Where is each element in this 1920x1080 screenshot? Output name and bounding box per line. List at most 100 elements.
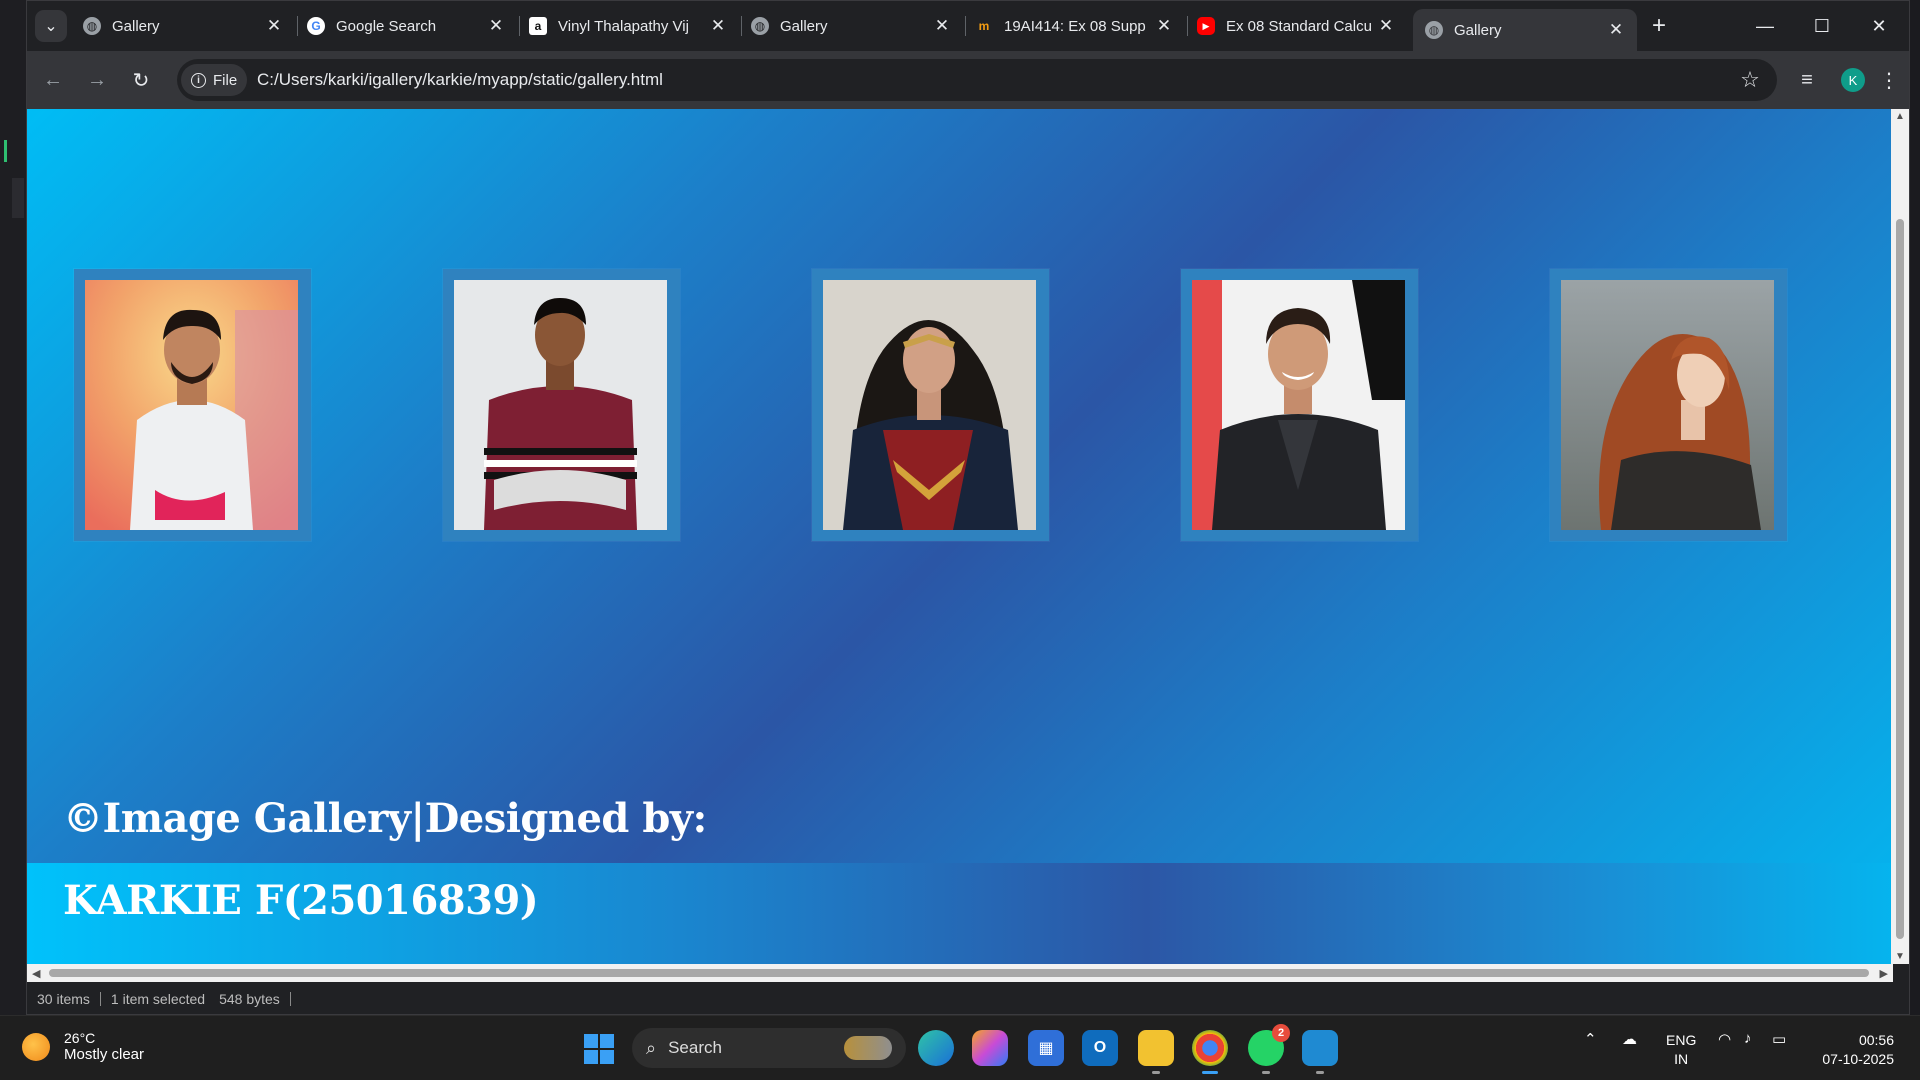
tab-vinyl[interactable]: a Vinyl Thalapathy Vij ✕ xyxy=(517,9,739,43)
tab-google-search[interactable]: G Google Search ✕ xyxy=(295,9,517,43)
photo-man-white-shirt[interactable] xyxy=(85,280,298,530)
tab-title: 19AI414: Ex 08 Supp xyxy=(1004,17,1146,35)
search-icon: ⌕ xyxy=(646,1037,657,1058)
clock-time: 00:56 xyxy=(1858,1032,1894,1048)
tab-gallery-1[interactable]: ◍ Gallery ✕ xyxy=(71,9,295,43)
amazon-icon: a xyxy=(529,17,547,35)
reload-icon: ↻ xyxy=(132,69,150,92)
globe-icon: ◍ xyxy=(751,17,769,35)
url-text[interactable]: C:/Users/karki/igallery/karkie/myapp/sta… xyxy=(257,59,663,101)
store-icon[interactable]: ▦ xyxy=(1028,1030,1064,1066)
gallery-item[interactable] xyxy=(812,269,1049,541)
scroll-right-icon[interactable]: ▶ xyxy=(1880,967,1888,980)
close-icon[interactable]: ✕ xyxy=(1377,16,1395,36)
chrome-icon[interactable] xyxy=(1192,1030,1228,1074)
close-icon: ✕ xyxy=(1871,15,1887,36)
minimize-icon: — xyxy=(1756,15,1774,36)
moon-cloud-icon xyxy=(22,1032,50,1061)
outlook-icon[interactable]: O xyxy=(1082,1030,1118,1066)
photo-woman-red-hair[interactable] xyxy=(1561,280,1774,530)
tab-title: Google Search xyxy=(336,17,437,35)
volume-icon[interactable]: ♪ xyxy=(1744,1030,1752,1047)
minimize-button[interactable]: — xyxy=(1737,1,1793,51)
copilot-icon[interactable] xyxy=(972,1030,1008,1066)
bookmark-star-button[interactable]: ☆ xyxy=(1735,65,1765,95)
address-bar[interactable]: i File C:/Users/karki/igallery/karkie/my… xyxy=(177,59,1777,101)
windows-taskbar: 26°C Mostly clear ⌕ Search ▦ O 2 ⌃ ☁ ENG… xyxy=(0,1015,1920,1080)
photo-man-dark-suit[interactable] xyxy=(1192,280,1405,530)
photo-young-man-striped-tshirt[interactable] xyxy=(454,280,667,530)
chevron-up-icon[interactable]: ⌃ xyxy=(1584,1030,1597,1048)
back-button[interactable]: ← xyxy=(37,64,69,96)
running-indicator xyxy=(1202,1071,1218,1074)
scroll-left-icon[interactable]: ◀ xyxy=(32,967,40,980)
site-info-chip[interactable]: i File xyxy=(181,64,248,96)
tab-gallery-2[interactable]: ◍ Gallery ✕ xyxy=(739,9,963,43)
lang-region: IN xyxy=(1674,1051,1689,1067)
globe-icon: ◍ xyxy=(83,17,101,35)
new-tab-button[interactable]: + xyxy=(1643,10,1675,42)
close-icon[interactable]: ✕ xyxy=(933,16,951,36)
weather-desc: Mostly clear xyxy=(64,1046,145,1063)
windows-logo-pane xyxy=(600,1034,614,1048)
close-icon[interactable]: ✕ xyxy=(487,16,505,36)
windows-logo-pane xyxy=(600,1050,614,1064)
activity-indicator xyxy=(4,140,7,162)
explorer-status-bar: 30 items 1 item selected 548 bytes xyxy=(27,984,1909,1014)
tab-gallery-active[interactable]: ◍ Gallery ✕ xyxy=(1413,9,1637,51)
scroll-up-icon[interactable]: ▲ xyxy=(1895,111,1905,122)
media-controls-button[interactable]: ≡ xyxy=(1791,64,1823,96)
youtube-icon: ▶ xyxy=(1197,17,1215,35)
close-icon[interactable]: ✕ xyxy=(1607,20,1625,40)
battery-icon[interactable]: ▭ xyxy=(1772,1030,1786,1048)
edge-icon[interactable] xyxy=(918,1030,954,1066)
items-count: 30 items xyxy=(27,992,101,1006)
clock-date: 07-10-2025 xyxy=(1822,1051,1894,1067)
footer-designer: KARKIE F(25016839) xyxy=(63,877,539,924)
onedrive-icon[interactable]: ☁ xyxy=(1622,1030,1637,1048)
vertical-scrollbar[interactable]: ▲ ▼ xyxy=(1891,109,1909,964)
whatsapp-icon[interactable]: 2 xyxy=(1248,1024,1290,1074)
avatar: K xyxy=(1841,68,1865,92)
input-language[interactable]: ENG IN xyxy=(1666,1031,1696,1069)
gallery-item[interactable] xyxy=(74,269,311,541)
browser-toolbar: ← → ↻ i File C:/Users/karki/igallery/kar… xyxy=(27,51,1909,109)
wifi-icon[interactable]: ◠ xyxy=(1718,1030,1731,1048)
close-window-button[interactable]: ✕ xyxy=(1851,1,1907,51)
close-icon[interactable]: ✕ xyxy=(1155,16,1173,36)
vscode-icon[interactable] xyxy=(1302,1030,1338,1074)
gallery-row xyxy=(27,269,1893,541)
start-button[interactable] xyxy=(584,1034,614,1064)
maximize-button[interactable]: ☐ xyxy=(1794,1,1850,51)
horizontal-scrollbar[interactable]: ◀ ▶ xyxy=(27,964,1893,982)
forward-button[interactable]: → xyxy=(81,64,113,96)
tab-youtube[interactable]: ▶ Ex 08 Standard Calcu ✕ xyxy=(1185,9,1407,43)
tab-title: Gallery xyxy=(780,17,828,35)
tab-title: Ex 08 Standard Calcu xyxy=(1226,17,1372,35)
taskbar-search[interactable]: ⌕ Search xyxy=(632,1028,906,1068)
reload-button[interactable]: ↻ xyxy=(125,64,157,96)
close-icon[interactable]: ✕ xyxy=(265,16,283,36)
scrollbar-thumb[interactable] xyxy=(1896,219,1904,939)
gallery-item[interactable] xyxy=(1550,269,1787,541)
lang-code: ENG xyxy=(1666,1032,1697,1048)
gallery-item[interactable] xyxy=(1181,269,1418,541)
browser-menu-button[interactable]: ⋮ xyxy=(1873,64,1905,96)
selection-size: 548 bytes xyxy=(209,992,291,1006)
tab-search-button[interactable]: ⌄ xyxy=(35,10,67,42)
tab-19ai414[interactable]: m 19AI414: Ex 08 Supp ✕ xyxy=(963,9,1185,43)
tab-title: Gallery xyxy=(112,17,160,35)
close-icon[interactable]: ✕ xyxy=(709,16,727,36)
google-icon: G xyxy=(307,17,325,35)
file-explorer-icon[interactable] xyxy=(1138,1030,1174,1074)
gallery-item[interactable] xyxy=(443,269,680,541)
notification-badge: 2 xyxy=(1272,1024,1290,1042)
running-indicator xyxy=(1152,1071,1160,1074)
system-clock[interactable]: 00:56 07-10-2025 xyxy=(1822,1031,1894,1069)
scroll-down-icon[interactable]: ▼ xyxy=(1895,951,1905,962)
photo-woman-warrior-costume[interactable] xyxy=(823,280,1036,530)
profile-button[interactable]: K xyxy=(1837,64,1869,96)
running-indicator xyxy=(1316,1071,1324,1074)
scrollbar-thumb[interactable] xyxy=(49,969,1869,977)
weather-widget[interactable]: 26°C Mostly clear xyxy=(22,1030,144,1063)
